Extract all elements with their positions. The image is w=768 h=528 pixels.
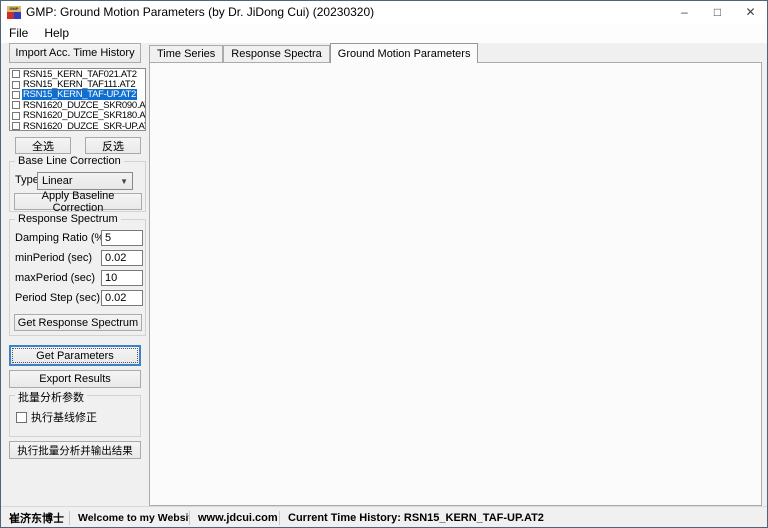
status-website-link[interactable]: www.jdcui.com: [190, 512, 279, 524]
invert-select-button[interactable]: 反选: [85, 137, 141, 154]
baseline-correction-checkbox[interactable]: 执行基线修正: [16, 409, 97, 425]
tab-strip: Time Series Response Spectra Ground Motion…: [149, 43, 479, 63]
chevron-down-icon: ▼: [120, 176, 128, 186]
spectrum-group-title: Response Spectrum: [15, 213, 121, 225]
import-acc-button[interactable]: Import Acc. Time History: [9, 43, 141, 63]
checkbox-icon[interactable]: [12, 101, 20, 110]
maximize-icon[interactable]: □: [701, 1, 734, 23]
checkbox-icon[interactable]: [12, 70, 20, 79]
minimize-icon[interactable]: –: [668, 1, 701, 23]
baseline-group-title: Base Line Correction: [15, 155, 124, 167]
file-list-item[interactable]: RSN15_KERN_TAF111.AT2: [10, 79, 145, 91]
file-name: RSN1620_DUZCE_SKR-UP.AT2: [23, 120, 146, 131]
batch-group-title: 批量分析参数: [15, 389, 87, 405]
field-label: minPeriod (sec): [15, 252, 93, 264]
file-name: RSN15_KERN_TAF-UP.AT2: [22, 89, 138, 101]
file-list-item[interactable]: RSN1620_DUZCE_SKR180.AT2: [10, 110, 146, 122]
baseline-type-select[interactable]: Linear ▼: [37, 172, 133, 190]
tab-response-spectra[interactable]: Response Spectra: [223, 45, 330, 62]
title-bar: GMP GMP: Ground Motion Parameters (by Dr…: [1, 1, 767, 23]
checkbox-icon[interactable]: [12, 90, 20, 99]
app-window: GMP GMP: Ground Motion Parameters (by Dr…: [0, 0, 768, 528]
status-welcome: Welcome to my Website：: [78, 512, 189, 524]
field-input[interactable]: 0.02: [101, 290, 143, 306]
field-label: Damping Ratio (%): [15, 232, 108, 244]
file-list-item[interactable]: RSN1620_DUZCE_SKR-UP.AT2: [10, 120, 146, 131]
run-batch-button[interactable]: 执行批量分析并输出结果: [9, 441, 141, 459]
file-name: RSN15_KERN_TAF021.AT2: [23, 68, 137, 80]
baseline-type-value: Linear: [42, 175, 73, 187]
app-icon: GMP: [7, 5, 21, 19]
menu-file[interactable]: File: [1, 24, 36, 42]
close-icon[interactable]: ✕: [734, 1, 767, 23]
field-input[interactable]: 10: [101, 270, 143, 286]
field-label: Period Step (sec): [15, 292, 100, 304]
batch-groupbox: 批量分析参数 执行基线修正: [9, 389, 141, 437]
checkbox-icon: [16, 411, 27, 423]
file-name: RSN1620_DUZCE_SKR090.AT2: [23, 99, 146, 111]
field-label: maxPeriod (sec): [15, 272, 96, 284]
tab-ground-motion-parameters[interactable]: Ground Motion Parameters: [329, 43, 479, 63]
apply-baseline-button[interactable]: Apply Baseline Correction: [14, 190, 142, 214]
tab-time-series[interactable]: Time Series: [149, 45, 224, 62]
tab-page: [149, 62, 762, 506]
export-results-button[interactable]: Export Results: [9, 370, 141, 388]
baseline-groupbox: Base Line Correction Type Linear ▼ Apply…: [9, 155, 146, 214]
select-all-button[interactable]: 全选: [15, 137, 71, 154]
window-title: GMP: Ground Motion Parameters (by Dr. Ji…: [26, 5, 375, 19]
file-list-item[interactable]: RSN15_KERN_TAF-UP.AT2: [10, 89, 145, 101]
file-list[interactable]: RSN15_KERN_TAF021.AT2 RSN15_KERN_TAF111.A…: [9, 68, 146, 131]
file-name: RSN1620_DUZCE_SKR180.AT2: [23, 110, 146, 122]
file-list-item[interactable]: RSN15_KERN_TAF021.AT2: [10, 68, 145, 80]
menu-help[interactable]: Help: [36, 24, 77, 42]
status-author: 崔济东博士: [9, 512, 64, 525]
checkbox-icon[interactable]: [12, 122, 20, 130]
field-input[interactable]: 5: [101, 230, 143, 246]
get-parameters-button[interactable]: Get Parameters: [9, 345, 141, 366]
checkbox-label: 执行基线修正: [31, 412, 97, 424]
spectrum-groupbox: Response Spectrum Damping Ratio (%) 5 minP…: [9, 213, 146, 336]
get-response-spectrum-button[interactable]: Get Response Spectrum: [14, 314, 142, 331]
checkbox-icon[interactable]: [12, 80, 20, 89]
status-current-history: Current Time History: RSN15_KERN_TAF-UP.…: [288, 511, 544, 524]
checkbox-icon[interactable]: [12, 111, 20, 120]
file-name: RSN15_KERN_TAF111.AT2: [23, 79, 136, 91]
menu-bar: File Help: [1, 23, 767, 43]
status-bar: 崔济东博士 Welcome to my Website： www.jdcui.c…: [1, 506, 767, 527]
type-label: Type: [15, 174, 39, 186]
field-input[interactable]: 0.02: [101, 250, 143, 266]
file-list-item[interactable]: RSN1620_DUZCE_SKR090.AT2: [10, 99, 146, 111]
